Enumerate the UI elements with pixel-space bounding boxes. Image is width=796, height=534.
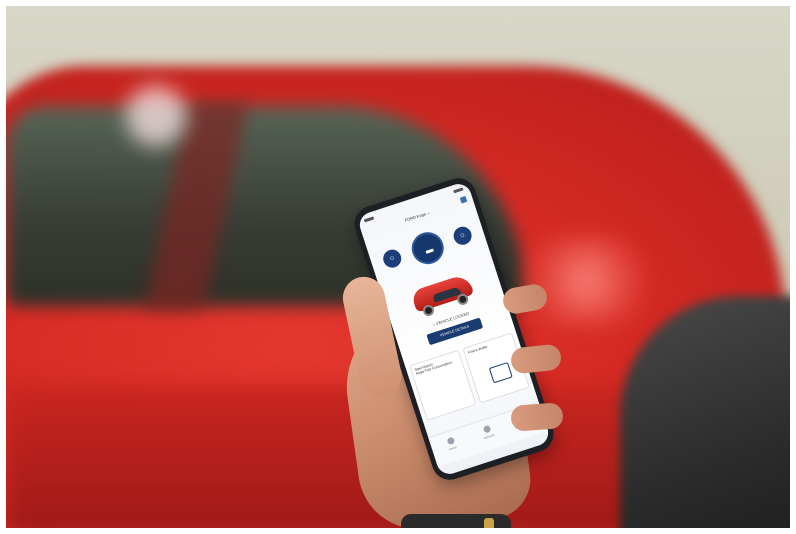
remote-start-button[interactable] [407,227,448,269]
photo-frame: FORD Kuga ⌄ ○ ○ ○ VEHICLE LOCKED VEHICLE… [0,0,796,534]
vehicle-name: FORD Kuga [404,211,427,223]
unlock-button[interactable]: ○ [451,224,474,248]
car-tail-light [526,236,646,326]
watch-band [401,514,511,528]
card-title: Find a dealer [467,344,489,355]
lock-button[interactable]: ○ [380,247,404,270]
lock-icon: ○ [388,253,396,264]
nav-home[interactable]: Home [440,435,465,458]
photo-scene: FORD Kuga ⌄ ○ ○ ○ VEHICLE LOCKED VEHICLE… [6,6,790,528]
chevron-down-icon: ⌄ [425,209,431,216]
account-icon [482,424,492,434]
red-suv-illustration [410,273,475,313]
watch-clasp [484,518,494,528]
nav-home-label: Home [448,445,458,452]
signal-icon [363,216,375,223]
light-reflection [126,86,186,146]
engine-start-icon [425,248,435,254]
unlock-icon: ○ [458,230,467,241]
dealer-cars-icon [488,361,513,384]
battery-icon [453,187,464,194]
nav-account-label: Account [483,432,495,441]
ring-finger [510,402,564,432]
nav-account[interactable]: Account [476,423,501,446]
home-icon [446,436,455,446]
